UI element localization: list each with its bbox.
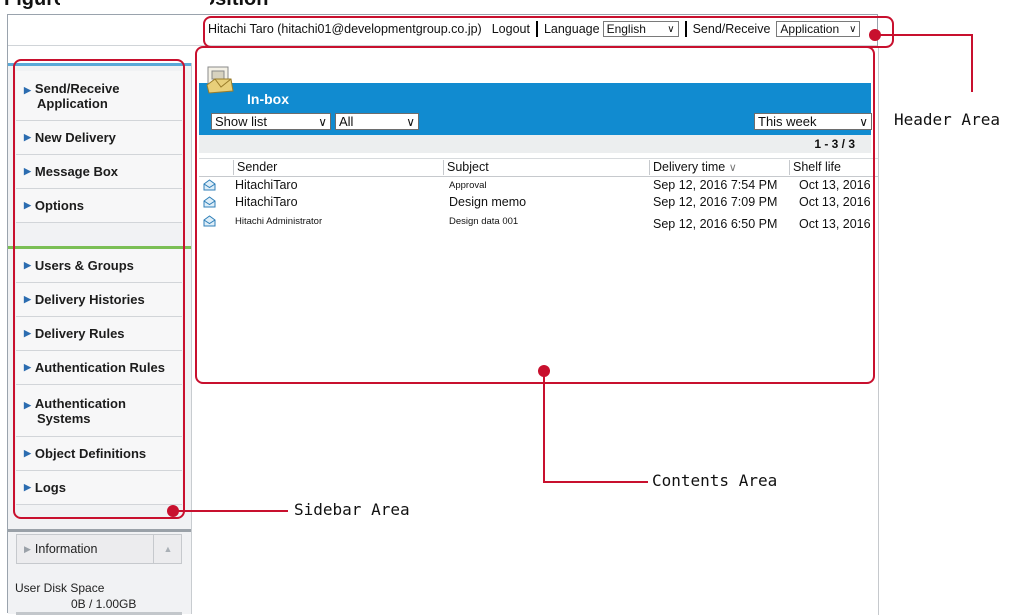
sidebar-bottom-separator [8,529,191,532]
disk-space-label: User Disk Space [15,581,105,595]
content-right-border [878,48,879,615]
information-panel-toggle[interactable]: ▶ Information ▲ [16,534,182,564]
header-connector [875,34,973,36]
contents-connector [543,481,648,483]
contents-area-label: Contents Area [652,471,778,490]
contents-area-highlight [195,46,875,384]
information-label: Information [34,542,98,556]
disk-space-value: 0B / 1.00GB [71,597,137,611]
sidebar-area-highlight [13,59,185,519]
caption-mask [60,0,210,14]
header-connector [971,34,973,92]
triangle-up-icon[interactable]: ▲ [153,535,182,563]
sidebar-area-label: Sidebar Area [294,500,410,519]
header-area-highlight [203,16,894,48]
sidebar-connector [173,510,288,512]
header-area-label: Header Area [894,110,1000,129]
triangle-right-icon: ▶ [24,543,31,554]
contents-connector [543,371,545,483]
